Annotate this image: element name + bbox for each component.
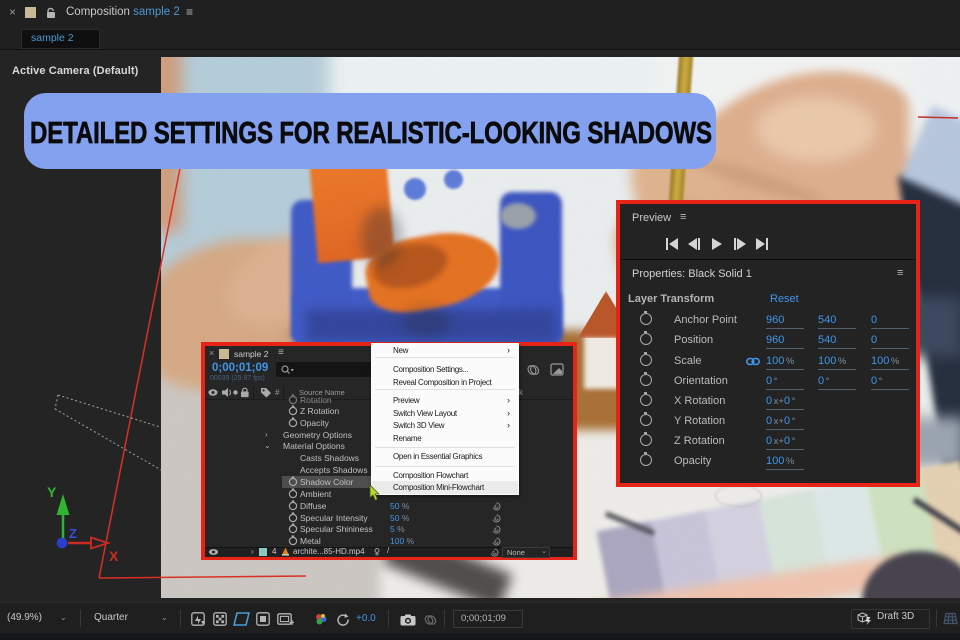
svg-text:Y: Y xyxy=(47,484,57,500)
svg-text:Z: Z xyxy=(69,526,77,541)
svg-text:X: X xyxy=(109,548,119,564)
